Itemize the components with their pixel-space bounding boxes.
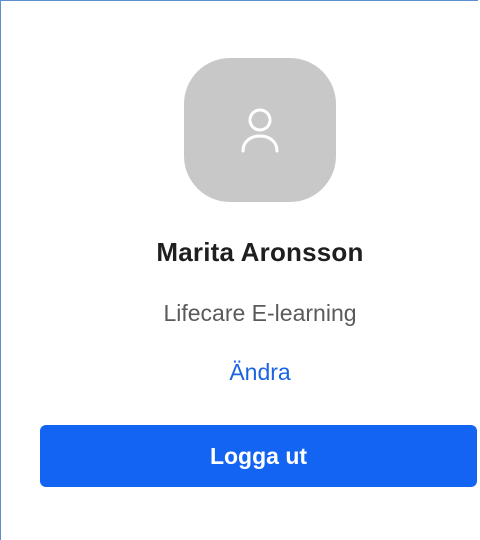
logout-button-label: Logga ut: [209, 442, 308, 469]
change-link[interactable]: Ändra: [1, 359, 480, 386]
profile-organization: Lifecare E-learning: [163, 300, 357, 326]
profile-name: Marita Aronsson: [156, 237, 364, 267]
logout-button[interactable]: Logga ut: [40, 425, 477, 487]
avatar: [184, 58, 336, 202]
user-icon: [241, 108, 279, 153]
profile-panel: Marita Aronsson Lifecare E-learning Ändr…: [0, 0, 478, 540]
